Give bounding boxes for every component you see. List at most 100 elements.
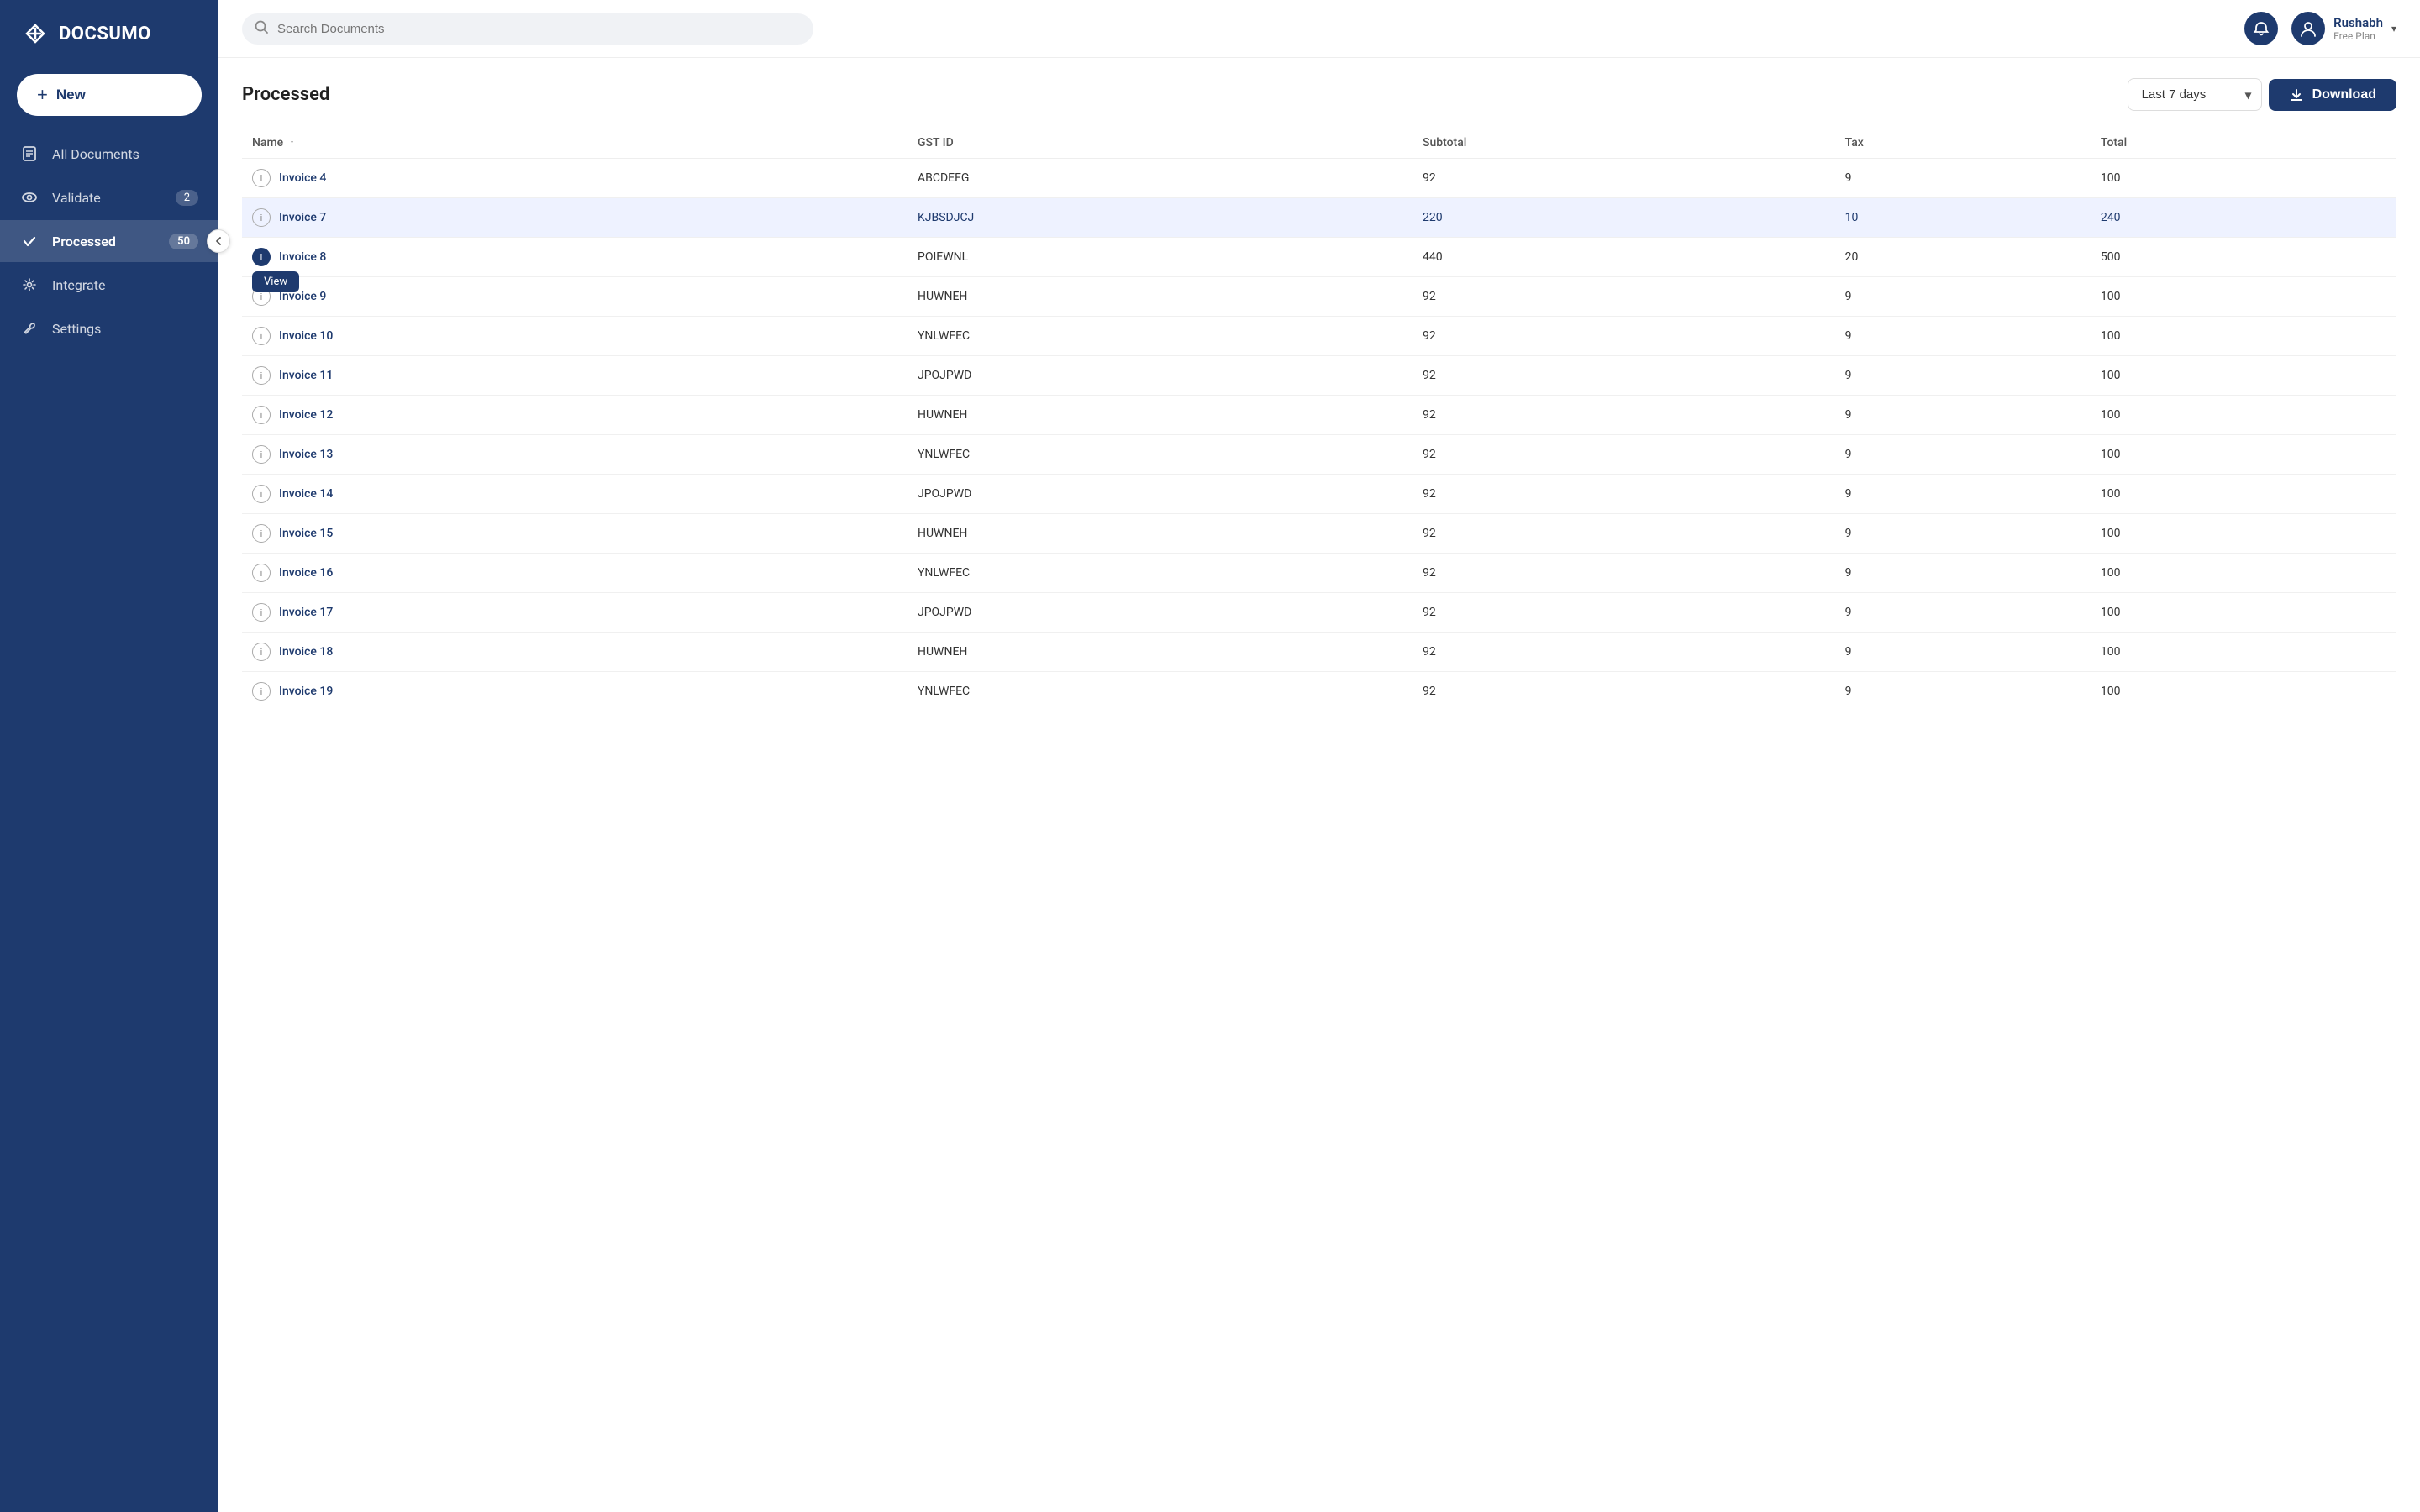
user-chevron-icon: ▾ xyxy=(2391,23,2396,34)
cell-tax: 9 xyxy=(1835,277,2091,317)
name-cell: i Invoice 16 xyxy=(252,564,897,582)
cell-subtotal: 92 xyxy=(1413,396,1835,435)
invoice-name-link[interactable]: Invoice 8 xyxy=(279,250,326,264)
header-actions: Rushabh Free Plan ▾ xyxy=(2244,12,2396,45)
name-cell: i Invoice 12 xyxy=(252,406,897,424)
sidebar-item-validate[interactable]: Validate 2 xyxy=(0,176,218,218)
cell-tax: 9 xyxy=(1835,514,2091,554)
table-row: iInvoice 13YNLWFEC929100 xyxy=(242,435,2396,475)
invoice-name-link[interactable]: Invoice 11 xyxy=(279,369,333,382)
row-info-icon-wrap: i xyxy=(252,603,271,622)
name-cell: i Invoice 18 xyxy=(252,643,897,661)
info-icon[interactable]: i xyxy=(252,682,271,701)
name-cell: i Invoice 7 xyxy=(252,208,897,227)
cell-total: 100 xyxy=(2091,672,2396,711)
invoice-name-link[interactable]: Invoice 15 xyxy=(279,527,333,540)
sidebar-label-all-documents: All Documents xyxy=(52,146,139,162)
cell-gst-id: ABCDEFG xyxy=(908,159,1413,198)
cell-name: i Invoice 4 xyxy=(242,159,908,198)
invoice-name-link[interactable]: Invoice 7 xyxy=(279,211,326,224)
cell-total: 100 xyxy=(2091,593,2396,633)
invoice-name-link[interactable]: Invoice 13 xyxy=(279,448,333,461)
col-header-subtotal: Subtotal xyxy=(1413,128,1835,159)
invoice-name-link[interactable]: Invoice 17 xyxy=(279,606,333,619)
cell-name: i Invoice 16 xyxy=(242,554,908,593)
cell-total: 100 xyxy=(2091,435,2396,475)
info-icon[interactable]: i xyxy=(252,603,271,622)
row-info-icon-wrap: i xyxy=(252,682,271,701)
notification-button[interactable] xyxy=(2244,12,2278,45)
cell-tax: 9 xyxy=(1835,554,2091,593)
info-icon[interactable]: i xyxy=(252,169,271,187)
avatar xyxy=(2291,12,2325,45)
table-row: iInvoice 11JPOJPWD929100 xyxy=(242,356,2396,396)
cell-total: 100 xyxy=(2091,514,2396,554)
cell-name: i Invoice 10 xyxy=(242,317,908,356)
sidebar-item-all-documents[interactable]: All Documents xyxy=(0,133,218,175)
row-info-icon-wrap: i xyxy=(252,406,271,424)
plus-icon: + xyxy=(37,84,48,106)
docsumo-logo-icon xyxy=(20,18,50,49)
eye-icon xyxy=(20,188,39,207)
invoice-name-link[interactable]: Invoice 10 xyxy=(279,329,333,343)
cell-subtotal: 92 xyxy=(1413,633,1835,672)
table-header: Name ↑ GST ID Subtotal Tax Total xyxy=(242,128,2396,159)
sidebar-label-processed: Processed xyxy=(52,234,116,249)
download-label: Download xyxy=(2312,87,2376,102)
sidebar-item-processed[interactable]: Processed 50 xyxy=(0,220,218,262)
info-icon[interactable]: i xyxy=(252,208,271,227)
cell-subtotal: 92 xyxy=(1413,554,1835,593)
info-icon[interactable]: i xyxy=(252,564,271,582)
invoice-name-link[interactable]: Invoice 16 xyxy=(279,566,333,580)
name-cell: i Invoice 17 xyxy=(252,603,897,622)
table-row: iInvoice 7KJBSDJCJ22010240 xyxy=(242,198,2396,238)
sidebar-collapse-button[interactable] xyxy=(207,229,230,253)
content-area: Processed Last 7 days Last 30 days Last … xyxy=(218,58,2420,1512)
table-row: iInvoice 4ABCDEFG929100 xyxy=(242,159,2396,198)
page-title: Processed xyxy=(242,84,329,105)
invoice-name-link[interactable]: Invoice 18 xyxy=(279,645,333,659)
name-cell: i Invoice 14 xyxy=(252,485,897,503)
sidebar-item-integrate[interactable]: Integrate xyxy=(0,264,218,306)
cell-name: i Invoice 7 xyxy=(242,198,908,238)
date-filter-select[interactable]: Last 7 days Last 30 days Last 90 days Al… xyxy=(2128,78,2262,111)
view-tooltip: View xyxy=(252,271,299,292)
logo-area: DOCSUMO xyxy=(0,0,218,67)
invoice-name-link[interactable]: Invoice 14 xyxy=(279,487,333,501)
date-filter-wrap: Last 7 days Last 30 days Last 90 days Al… xyxy=(2128,78,2262,111)
new-button[interactable]: + New xyxy=(17,74,202,116)
sidebar-item-settings[interactable]: Settings xyxy=(0,307,218,349)
info-icon[interactable]: i xyxy=(252,445,271,464)
cell-total: 100 xyxy=(2091,396,2396,435)
search-input[interactable] xyxy=(242,13,813,45)
table-row: iInvoice 10YNLWFEC929100 xyxy=(242,317,2396,356)
cell-total: 240 xyxy=(2091,198,2396,238)
sidebar-label-settings: Settings xyxy=(52,321,101,337)
cell-gst-id: POIEWNL xyxy=(908,238,1413,277)
invoice-name-link[interactable]: Invoice 4 xyxy=(279,171,326,185)
cell-tax: 9 xyxy=(1835,159,2091,198)
invoices-table: Name ↑ GST ID Subtotal Tax Total i Invoic… xyxy=(242,128,2396,711)
download-button[interactable]: Download xyxy=(2269,79,2396,111)
invoice-name-link[interactable]: Invoice 19 xyxy=(279,685,333,698)
cell-gst-id: YNLWFEC xyxy=(908,317,1413,356)
table-row: iInvoice 15HUWNEH929100 xyxy=(242,514,2396,554)
wrench-icon xyxy=(20,319,39,338)
row-info-icon-wrap: i xyxy=(252,445,271,464)
invoice-name-link[interactable]: Invoice 12 xyxy=(279,408,333,422)
cell-total: 100 xyxy=(2091,277,2396,317)
info-icon[interactable]: i xyxy=(252,485,271,503)
info-icon[interactable]: i xyxy=(252,524,271,543)
info-icon[interactable]: i xyxy=(252,327,271,345)
user-area[interactable]: Rushabh Free Plan ▾ xyxy=(2291,12,2396,45)
header: Rushabh Free Plan ▾ xyxy=(218,0,2420,58)
info-icon[interactable]: i xyxy=(252,248,271,266)
row-info-icon-wrap: i xyxy=(252,643,271,661)
user-plan: Free Plan xyxy=(2333,30,2383,42)
cell-name: i Invoice 13 xyxy=(242,435,908,475)
info-icon[interactable]: i xyxy=(252,406,271,424)
info-icon[interactable]: i xyxy=(252,643,271,661)
name-cell: i Invoice 10 xyxy=(252,327,897,345)
cell-name: i Invoice 15 xyxy=(242,514,908,554)
info-icon[interactable]: i xyxy=(252,366,271,385)
